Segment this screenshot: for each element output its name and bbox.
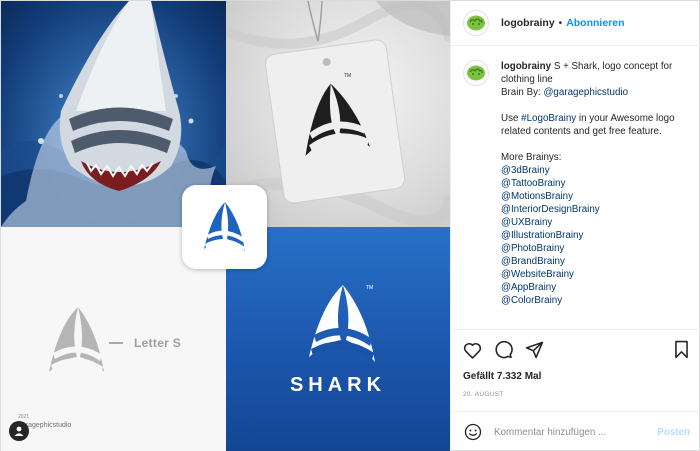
handle-link[interactable]: @TattooBrainy: [501, 177, 690, 190]
handle-link[interactable]: @3dBrainy: [501, 164, 690, 177]
smiley-icon[interactable]: [463, 422, 483, 442]
follow-button[interactable]: Abonnieren: [566, 17, 624, 29]
action-bar: [451, 329, 700, 369]
post-sidebar: logobrainy • Abonnieren logobrainy S + S…: [450, 1, 700, 451]
handle-link[interactable]: @InteriorDesignBrainy: [501, 203, 690, 216]
bookmark-icon[interactable]: [670, 339, 692, 361]
handle-link[interactable]: @IllustrationBrainy: [501, 229, 690, 242]
username-link[interactable]: logobrainy: [501, 17, 555, 29]
post-date[interactable]: 20. AUGUST: [463, 391, 504, 398]
instagram-post: TM Letter S 2021 garagephicstudio TM SHA…: [0, 0, 700, 451]
dash-divider: [109, 342, 123, 344]
avatar[interactable]: [463, 10, 489, 36]
handle-link[interactable]: @BrandBrainy: [501, 255, 690, 268]
hashtag-link[interactable]: #LogoBrainy: [521, 113, 576, 124]
paper-plane-icon[interactable]: [523, 339, 545, 361]
caption-username[interactable]: logobrainy: [501, 61, 551, 72]
caption-text: logobrainy S + Shark, logo concept for c…: [501, 60, 690, 330]
brain-by-handle[interactable]: @garagephicstudio: [543, 87, 628, 98]
brain-by-prefix: Brain By:: [501, 87, 544, 98]
post-image[interactable]: TM Letter S 2021 garagephicstudio TM SHA…: [1, 1, 450, 451]
letter-s-label: Letter S: [134, 336, 182, 350]
handle-link[interactable]: @UXBrainy: [501, 216, 690, 229]
separator-dot: •: [558, 17, 563, 29]
more-heading: More Brainys:: [501, 152, 562, 163]
caption-area: logobrainy S + Shark, logo concept for c…: [451, 46, 700, 330]
handle-link[interactable]: @WebsiteBrainy: [501, 268, 690, 281]
handle-link[interactable]: @MotionsBrainy: [501, 190, 690, 203]
use-prefix: Use: [501, 113, 522, 124]
heart-icon[interactable]: [461, 339, 483, 361]
trademark-mark: TM: [344, 73, 352, 79]
app-icon-mockup: [182, 185, 267, 269]
trademark-mark-blue: TM: [366, 285, 374, 291]
comment-box: Posten: [451, 411, 700, 451]
handle-link[interactable]: @ColorBrainy: [501, 294, 690, 307]
post-header: logobrainy • Abonnieren: [451, 1, 700, 46]
credit-year: 2021: [18, 414, 30, 420]
user-tag-icon[interactable]: [9, 421, 29, 441]
handle-link[interactable]: @PhotoBrainy: [501, 242, 690, 255]
comment-input[interactable]: [494, 426, 644, 438]
handle-link[interactable]: @AppBrainy: [501, 281, 690, 294]
shark-wordmark: SHARK: [289, 374, 387, 396]
like-count[interactable]: Gefällt 7.332 Mal: [463, 371, 541, 382]
post-comment-button[interactable]: Posten: [657, 427, 690, 438]
comment-icon[interactable]: [492, 339, 514, 361]
caption-avatar[interactable]: [463, 60, 489, 86]
